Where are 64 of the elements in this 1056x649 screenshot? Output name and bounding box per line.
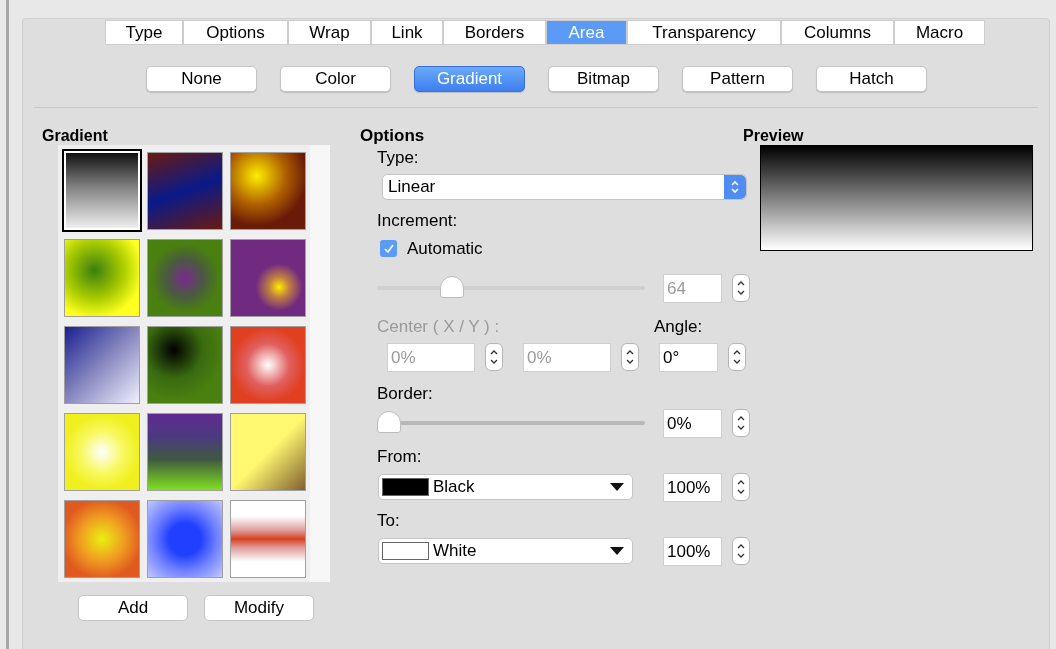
gradient-swatch[interactable] xyxy=(146,151,223,230)
field-label: From: xyxy=(377,446,423,467)
fill-type-button[interactable]: Pattern xyxy=(682,66,793,92)
tab[interactable]: Columns xyxy=(781,20,894,45)
field-label: Center ( X / Y ) : xyxy=(377,316,501,337)
tab[interactable]: Link xyxy=(371,20,443,45)
gradient-swatch[interactable] xyxy=(63,325,140,404)
scrollbar-track[interactable] xyxy=(310,145,330,582)
field-label: Increment: xyxy=(377,211,459,231)
gradient-swatch[interactable] xyxy=(230,238,307,317)
color-name: Black xyxy=(433,476,476,499)
color-name: White xyxy=(433,540,478,563)
tab[interactable]: Borders xyxy=(443,20,546,45)
fill-type-button[interactable]: Color xyxy=(280,66,391,92)
dropdown[interactable]: Linear xyxy=(382,174,747,200)
spin-button[interactable] xyxy=(732,473,750,501)
gradient-swatch[interactable] xyxy=(230,151,307,230)
field-label: Border: xyxy=(377,383,434,404)
gradient-swatch[interactable] xyxy=(146,325,223,404)
button[interactable]: Add xyxy=(78,595,188,621)
gradient-swatch[interactable] xyxy=(230,325,307,404)
tab[interactable]: Type xyxy=(105,20,183,45)
fill-type-button[interactable]: Bitmap xyxy=(548,66,659,92)
gradient-swatch[interactable] xyxy=(230,499,307,578)
input-field[interactable]: 0% xyxy=(663,408,722,438)
gradient-swatch[interactable] xyxy=(63,412,140,491)
gradient-swatch[interactable] xyxy=(146,238,223,317)
checkbox[interactable] xyxy=(380,240,397,258)
caret-icon xyxy=(610,483,624,491)
input-field[interactable]: 100% xyxy=(663,536,722,566)
spin-button[interactable] xyxy=(621,343,639,371)
section-heading: Preview xyxy=(743,127,805,144)
fill-type-button[interactable]: None xyxy=(146,66,257,92)
field-label: To: xyxy=(377,510,401,531)
gradient-swatch[interactable] xyxy=(146,499,223,578)
spin-button[interactable] xyxy=(732,409,750,437)
color-dropdown[interactable]: White xyxy=(378,538,633,564)
input-field[interactable]: 100% xyxy=(663,472,722,502)
section-heading: Gradient xyxy=(42,127,109,144)
tab[interactable]: Options xyxy=(183,20,288,45)
gradient-swatch[interactable] xyxy=(63,238,140,317)
fill-type-button[interactable]: Hatch xyxy=(816,66,927,92)
color-dropdown[interactable]: Black xyxy=(378,474,633,500)
dropdown-value: Linear xyxy=(387,176,436,199)
slider[interactable] xyxy=(377,411,645,435)
spin-button[interactable] xyxy=(728,343,746,371)
spin-button[interactable] xyxy=(732,274,750,302)
gradient-swatch[interactable] xyxy=(61,149,142,232)
spin-button[interactable] xyxy=(732,537,750,565)
button[interactable]: Modify xyxy=(204,595,314,621)
gradient-swatch[interactable] xyxy=(230,412,307,491)
field-label: Type: xyxy=(377,148,420,168)
tab[interactable]: Macro xyxy=(894,20,985,45)
slider-thumb[interactable] xyxy=(377,411,401,433)
input-field[interactable]: 0° xyxy=(659,342,718,372)
gradient-swatch[interactable] xyxy=(146,412,223,491)
tab[interactable]: Wrap xyxy=(288,20,371,45)
checkbox-label: Automatic xyxy=(407,238,483,260)
tab[interactable]: Transparency xyxy=(627,20,781,45)
gradient-swatch[interactable] xyxy=(63,499,140,578)
stepper-arrows-icon xyxy=(724,175,746,199)
spin-button[interactable] xyxy=(485,343,503,371)
field-label: Angle: xyxy=(654,316,703,337)
caret-icon xyxy=(610,547,624,555)
